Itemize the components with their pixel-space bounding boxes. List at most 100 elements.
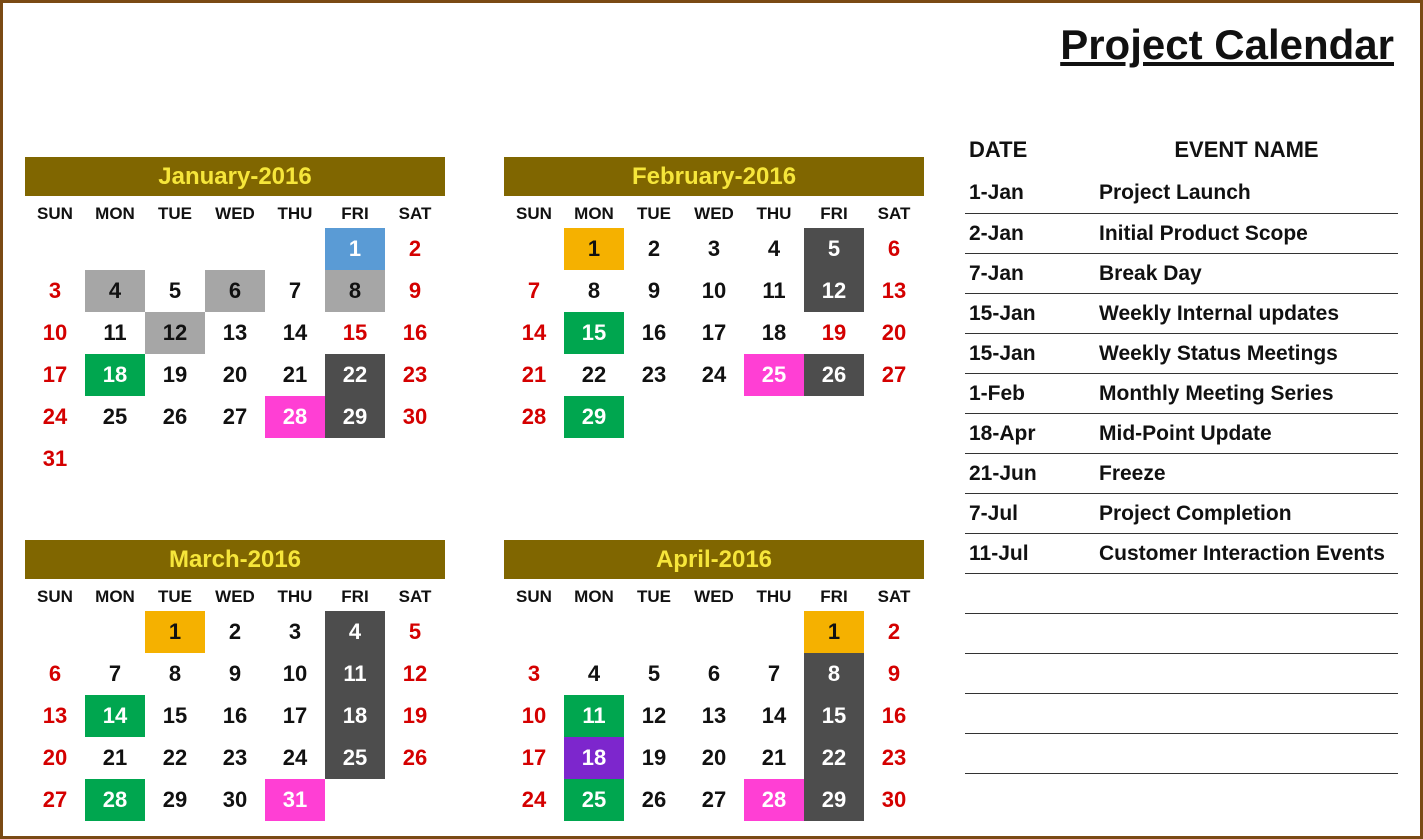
month-1: February-2016SUNMONTUEWEDTHUFRISAT123456… bbox=[504, 157, 924, 480]
day-cell: 1 bbox=[325, 228, 385, 270]
day-cell bbox=[624, 396, 684, 438]
day-cell: 14 bbox=[85, 695, 145, 737]
dow-header: THU bbox=[265, 196, 325, 228]
day-cell: 30 bbox=[864, 779, 924, 821]
dow-header: FRI bbox=[325, 196, 385, 228]
day-cell: 19 bbox=[624, 737, 684, 779]
month-3: April-2016SUNMONTUEWEDTHUFRISAT123456789… bbox=[504, 540, 924, 821]
event-name: Monthly Meeting Series bbox=[1095, 373, 1398, 413]
day-cell: 16 bbox=[205, 695, 265, 737]
month-title: February-2016 bbox=[504, 157, 924, 196]
day-cell: 11 bbox=[744, 270, 804, 312]
day-cell: 25 bbox=[325, 737, 385, 779]
day-cell: 8 bbox=[325, 270, 385, 312]
day-cell: 11 bbox=[325, 653, 385, 695]
day-cell: 3 bbox=[684, 228, 744, 270]
dow-header: SAT bbox=[385, 196, 445, 228]
day-cell: 26 bbox=[145, 396, 205, 438]
day-cell: 11 bbox=[85, 312, 145, 354]
day-cell: 12 bbox=[145, 312, 205, 354]
day-cell: 15 bbox=[564, 312, 624, 354]
day-cell: 26 bbox=[624, 779, 684, 821]
day-cell bbox=[385, 779, 445, 821]
day-cell: 30 bbox=[205, 779, 265, 821]
day-cell: 12 bbox=[804, 270, 864, 312]
event-row-empty bbox=[965, 653, 1398, 693]
day-cell: 17 bbox=[25, 354, 85, 396]
day-cell: 22 bbox=[564, 354, 624, 396]
day-cell: 9 bbox=[205, 653, 265, 695]
day-cell: 23 bbox=[385, 354, 445, 396]
day-cell: 11 bbox=[564, 695, 624, 737]
day-cell: 3 bbox=[25, 270, 85, 312]
day-cell: 4 bbox=[325, 611, 385, 653]
day-cell: 18 bbox=[744, 312, 804, 354]
day-cell: 2 bbox=[864, 611, 924, 653]
event-row: 21-JunFreeze bbox=[965, 453, 1398, 493]
day-cell: 1 bbox=[804, 611, 864, 653]
day-cell: 22 bbox=[804, 737, 864, 779]
day-cell: 20 bbox=[25, 737, 85, 779]
day-cell: 26 bbox=[385, 737, 445, 779]
day-cell: 7 bbox=[85, 653, 145, 695]
dow-header: MON bbox=[564, 579, 624, 611]
day-cell: 12 bbox=[385, 653, 445, 695]
day-cell: 18 bbox=[325, 695, 385, 737]
day-cell: 6 bbox=[25, 653, 85, 695]
day-cell: 25 bbox=[85, 396, 145, 438]
events-header-date: DATE bbox=[965, 131, 1095, 173]
day-cell: 7 bbox=[265, 270, 325, 312]
event-name: Customer Interaction Events bbox=[1095, 533, 1398, 573]
event-name: Project Completion bbox=[1095, 493, 1398, 533]
day-cell: 2 bbox=[624, 228, 684, 270]
page-title: Project Calendar bbox=[965, 17, 1398, 69]
day-cell: 29 bbox=[145, 779, 205, 821]
day-cell bbox=[744, 396, 804, 438]
day-cell: 3 bbox=[265, 611, 325, 653]
day-cell: 3 bbox=[504, 653, 564, 695]
day-cell: 4 bbox=[564, 653, 624, 695]
month-0: January-2016SUNMONTUEWEDTHUFRISAT1234567… bbox=[25, 157, 445, 480]
day-cell: 23 bbox=[205, 737, 265, 779]
day-cell: 12 bbox=[624, 695, 684, 737]
dow-header: TUE bbox=[145, 579, 205, 611]
event-date bbox=[965, 733, 1095, 773]
day-cell: 24 bbox=[684, 354, 744, 396]
day-cell bbox=[325, 779, 385, 821]
day-cell: 20 bbox=[684, 737, 744, 779]
day-cell: 25 bbox=[564, 779, 624, 821]
day-cell: 21 bbox=[85, 737, 145, 779]
event-name bbox=[1095, 733, 1398, 773]
event-date bbox=[965, 573, 1095, 613]
event-row: 2-JanInitial Product Scope bbox=[965, 213, 1398, 253]
month-title: April-2016 bbox=[504, 540, 924, 579]
event-row-empty bbox=[965, 613, 1398, 653]
day-cell bbox=[684, 611, 744, 653]
day-cell: 19 bbox=[145, 354, 205, 396]
event-name: Initial Product Scope bbox=[1095, 213, 1398, 253]
dow-header: FRI bbox=[325, 579, 385, 611]
event-row-empty bbox=[965, 693, 1398, 733]
event-row: 7-JulProject Completion bbox=[965, 493, 1398, 533]
dow-header: SAT bbox=[864, 196, 924, 228]
day-cell: 27 bbox=[684, 779, 744, 821]
events-header-name: EVENT NAME bbox=[1095, 131, 1398, 173]
month-table: SUNMONTUEWEDTHUFRISAT1234567891011121314… bbox=[25, 196, 445, 480]
day-cell: 28 bbox=[744, 779, 804, 821]
event-date bbox=[965, 613, 1095, 653]
day-cell: 14 bbox=[265, 312, 325, 354]
event-name: Freeze bbox=[1095, 453, 1398, 493]
event-date: 1-Feb bbox=[965, 373, 1095, 413]
day-cell: 28 bbox=[265, 396, 325, 438]
day-cell: 6 bbox=[684, 653, 744, 695]
dow-header: WED bbox=[205, 196, 265, 228]
day-cell bbox=[265, 438, 325, 480]
day-cell: 26 bbox=[804, 354, 864, 396]
dow-header: SUN bbox=[25, 579, 85, 611]
day-cell: 21 bbox=[504, 354, 564, 396]
day-cell: 31 bbox=[25, 438, 85, 480]
day-cell: 22 bbox=[145, 737, 205, 779]
day-cell: 15 bbox=[145, 695, 205, 737]
day-cell: 24 bbox=[25, 396, 85, 438]
dow-header: TUE bbox=[624, 196, 684, 228]
